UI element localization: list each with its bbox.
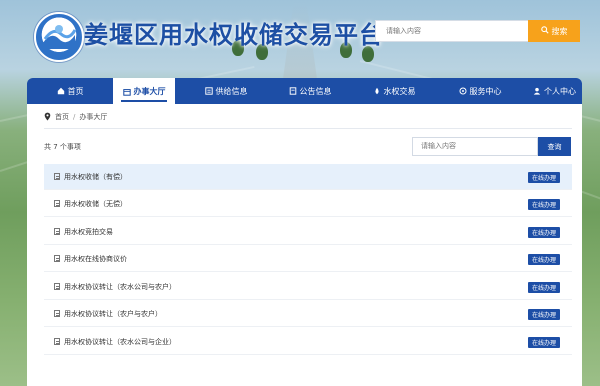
user-icon [533,87,541,95]
site-header: 姜堰区用水权收储交易平台 搜索 [0,0,600,72]
nav-item-label: 首页 [67,86,84,96]
online-apply-button[interactable]: 在线办理 [528,309,560,320]
online-apply-button[interactable]: 在线办理 [528,172,560,183]
item-search-input[interactable] [412,137,538,156]
nav-item-label: 服务中心 [469,86,502,96]
online-apply-button[interactable]: 在线办理 [528,254,560,265]
header-search-input[interactable] [375,20,528,42]
list-item[interactable]: 用水权协议转让（农户与农户） 在线办理 [44,301,572,327]
document-icon [54,255,60,262]
header-search-button-label: 搜索 [551,26,568,36]
breadcrumb-divider [44,128,572,129]
list-item-label: 用水权收储（无偿） [64,199,127,208]
nav-item-hall[interactable]: 办事大厅 [113,78,175,105]
document-icon [54,338,60,345]
nav-item-supply[interactable]: 供给信息 [195,78,257,104]
search-icon [540,26,549,36]
online-apply-button[interactable]: 在线办理 [528,199,560,210]
breadcrumb: 首页 / 办事大厅 [44,110,107,124]
main-nav: 首页 办事大厅 供给信息 公告信息 水权交易 服务中心 个人中心 [27,78,582,105]
supply-icon [204,87,213,95]
list-item-label: 用水权收储（有偿） [64,172,127,181]
nav-item-label: 办事大厅 [133,87,166,96]
notice-icon [289,87,297,95]
list-item[interactable]: 用水权收储（有偿） 在线办理 [44,164,572,190]
nav-item-label: 水权交易 [383,86,416,96]
list-item[interactable]: 用水权协议转让（农水公司与农户） 在线办理 [44,274,572,300]
online-apply-button[interactable]: 在线办理 [528,227,560,238]
hall-icon [122,88,131,96]
site-title: 姜堰区用水权收储交易平台 [84,20,384,49]
nav-item-home[interactable]: 首页 [45,78,95,104]
document-icon [54,283,60,290]
list-item[interactable]: 用水权收储（无偿） 在线办理 [44,191,572,217]
breadcrumb-current: 办事大厅 [79,113,108,121]
home-icon [57,87,65,95]
list-item-label: 用水权协议转让（农水公司与企业） [64,337,176,346]
online-apply-button[interactable]: 在线办理 [528,282,560,293]
document-icon [54,310,60,317]
document-icon [54,173,60,180]
list-item-label: 用水权协议转让（农水公司与农户） [64,282,176,291]
document-icon [54,200,60,207]
breadcrumb-separator: / [73,113,76,121]
breadcrumb-home-link[interactable]: 首页 [55,112,69,122]
active-tab-underline [121,100,167,102]
header-search-button[interactable]: 搜索 [528,20,580,42]
list-item[interactable]: 用水权协议转让（农水公司与企业） 在线办理 [44,329,572,355]
water-drop-icon [373,87,381,95]
item-count-text: 共 7 个事项 [44,143,81,151]
nav-item-notice[interactable]: 公告信息 [279,78,341,104]
nav-item-label: 供给信息 [215,86,248,96]
service-icon [458,87,467,95]
list-item-label: 用水权协议转让（农户与农户） [64,309,162,318]
online-apply-button[interactable]: 在线办理 [528,337,560,348]
list-item-label: 用水权竞拍交易 [64,227,113,236]
nav-item-service[interactable]: 服务中心 [449,78,511,104]
site-logo-icon [34,12,84,62]
nav-item-user[interactable]: 个人中心 [527,78,582,104]
list-item[interactable]: 用水权在线协商议价 在线办理 [44,246,572,272]
nav-item-water-trade[interactable]: 水权交易 [363,78,425,104]
list-item[interactable]: 用水权竞拍交易 在线办理 [44,219,572,245]
location-pin-icon [44,112,51,123]
list-item-label: 用水权在线协商议价 [64,254,127,263]
nav-item-label: 公告信息 [299,86,332,96]
document-icon [54,228,60,235]
item-search-button[interactable]: 查询 [538,137,571,156]
nav-item-label: 个人中心 [544,86,576,96]
